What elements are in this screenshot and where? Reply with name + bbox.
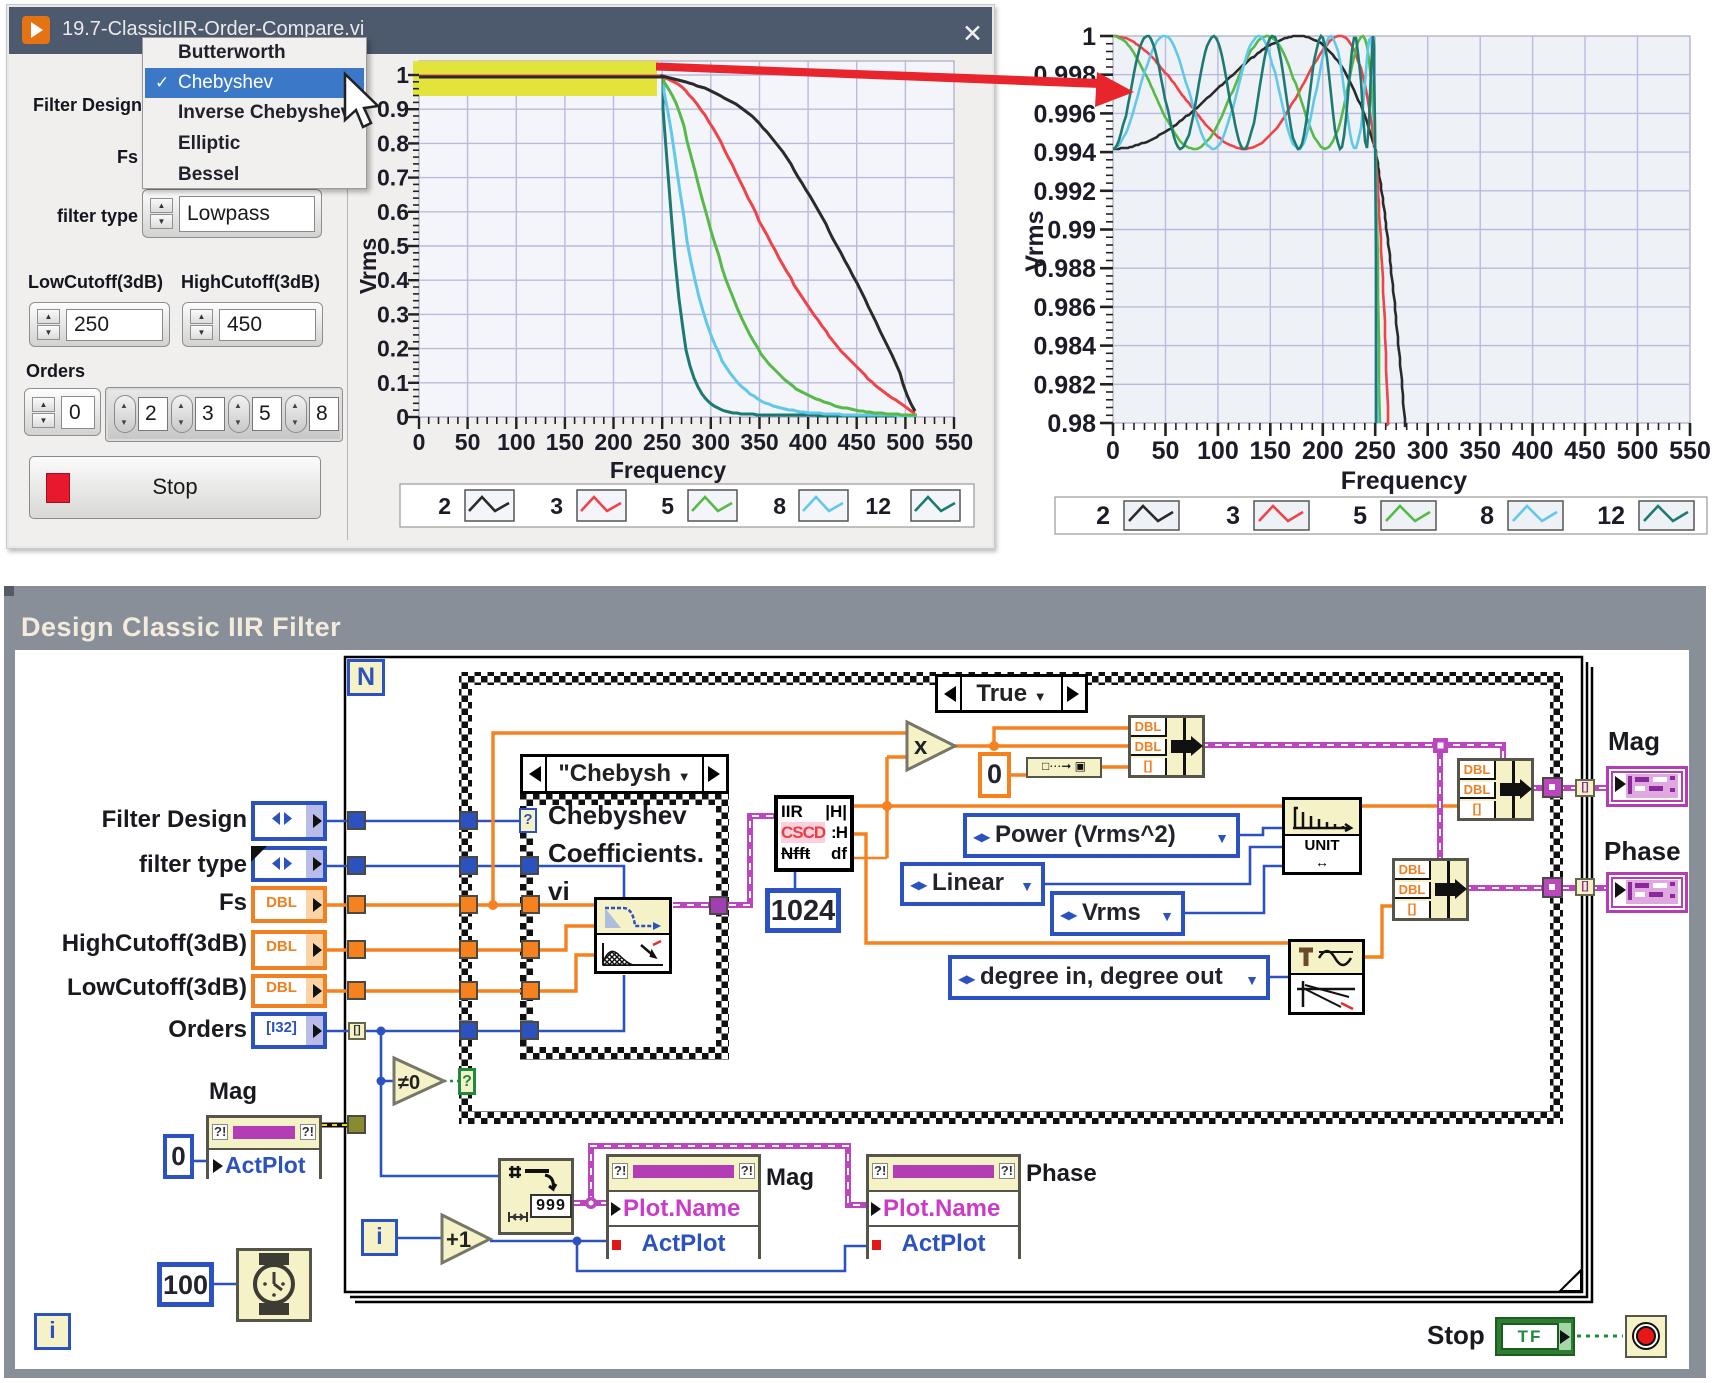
svg-text:≠0: ≠0 — [398, 1072, 420, 1094]
svg-text:300: 300 — [1407, 437, 1449, 465]
svg-text:0.98: 0.98 — [1047, 410, 1096, 438]
svg-text:550: 550 — [1669, 437, 1711, 465]
svg-text:x: x — [914, 733, 928, 760]
svg-text:0.99: 0.99 — [1047, 217, 1096, 245]
svg-text:0: 0 — [1106, 437, 1120, 465]
svg-text:12: 12 — [1597, 502, 1625, 530]
svg-text:+1: +1 — [446, 1227, 471, 1252]
svg-text:0.992: 0.992 — [1033, 178, 1096, 206]
svg-text:50: 50 — [1152, 437, 1180, 465]
svg-text:3: 3 — [1226, 502, 1240, 530]
svg-text:450: 450 — [1564, 437, 1606, 465]
svg-text:500: 500 — [1617, 437, 1659, 465]
svg-text:0.986: 0.986 — [1033, 294, 1096, 322]
svg-text:100: 100 — [1197, 437, 1239, 465]
svg-text:Vrms: Vrms — [1021, 210, 1049, 271]
svg-text:0.982: 0.982 — [1033, 371, 1096, 399]
svg-text:400: 400 — [1512, 437, 1554, 465]
svg-text:2: 2 — [1096, 502, 1110, 530]
svg-text:5: 5 — [1353, 502, 1367, 530]
svg-text:200: 200 — [1302, 437, 1344, 465]
svg-text:150: 150 — [1249, 437, 1291, 465]
svg-text:0.984: 0.984 — [1033, 333, 1096, 361]
svg-text:0.994: 0.994 — [1033, 139, 1096, 167]
svg-text:250: 250 — [1354, 437, 1396, 465]
svg-text:8: 8 — [1480, 502, 1494, 530]
svg-text:Frequency: Frequency — [1341, 467, 1468, 495]
svg-text:350: 350 — [1459, 437, 1501, 465]
